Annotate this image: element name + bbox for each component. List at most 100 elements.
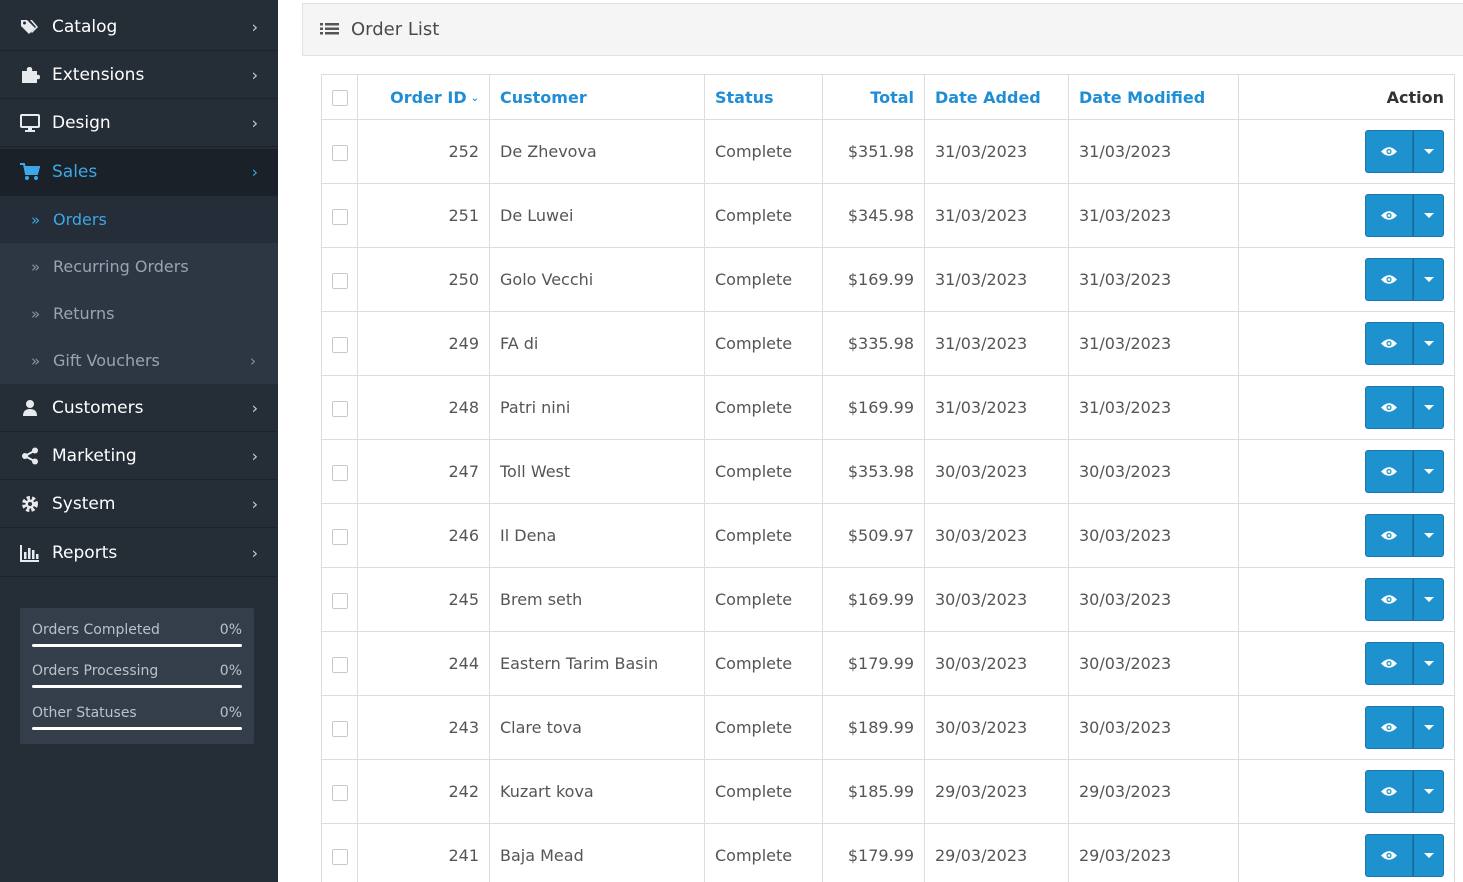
table-row: 245 Brem seth Complete $169.99 30/03/202… bbox=[321, 567, 1455, 632]
nav-design[interactable]: Design › bbox=[0, 100, 278, 147]
chevron-right-icon: › bbox=[251, 162, 258, 182]
view-button[interactable] bbox=[1365, 258, 1413, 301]
date-modified-cell: 31/03/2023 bbox=[1068, 247, 1239, 312]
submenu-recurring-orders-label: Recurring Orders bbox=[53, 257, 189, 276]
sidebar: Catalog › Extensions › Design › Sales › … bbox=[0, 0, 278, 882]
nav-sales-label: Sales bbox=[52, 162, 98, 182]
total-cell: $189.99 bbox=[822, 695, 925, 760]
action-button-group bbox=[1365, 706, 1444, 749]
col-customer[interactable]: Customer bbox=[489, 74, 705, 120]
dropdown-toggle-button[interactable] bbox=[1413, 130, 1444, 173]
submenu-orders[interactable]: » Orders bbox=[0, 196, 278, 243]
row-checkbox[interactable] bbox=[332, 144, 348, 161]
nav-marketing[interactable]: Marketing › bbox=[0, 433, 278, 480]
date-added-cell: 29/03/2023 bbox=[924, 759, 1069, 824]
select-cell bbox=[321, 695, 358, 760]
col-status[interactable]: Status bbox=[704, 74, 823, 120]
caret-down-icon bbox=[1423, 469, 1434, 474]
nav-extensions[interactable]: Extensions › bbox=[0, 52, 278, 99]
action-button-group bbox=[1365, 834, 1444, 877]
row-checkbox[interactable] bbox=[332, 400, 348, 417]
table-row: 242 Kuzart kova Complete $185.99 29/03/2… bbox=[321, 759, 1455, 824]
view-button[interactable] bbox=[1365, 450, 1413, 493]
eye-icon bbox=[1381, 403, 1397, 412]
action-cell bbox=[1238, 375, 1455, 440]
nav-sales[interactable]: Sales › bbox=[0, 149, 278, 196]
row-checkbox[interactable] bbox=[332, 464, 348, 481]
nav-system[interactable]: System › bbox=[0, 481, 278, 528]
chevron-right-icon: › bbox=[251, 398, 258, 418]
action-cell bbox=[1238, 119, 1455, 184]
view-button[interactable] bbox=[1365, 578, 1413, 621]
sales-submenu: » Orders » Recurring Orders » Returns » … bbox=[0, 196, 278, 384]
customer-cell: De Luwei bbox=[489, 183, 705, 248]
stat-orders-completed: Orders Completed 0% bbox=[32, 622, 242, 652]
status-cell: Complete bbox=[704, 247, 823, 312]
col-order-id[interactable]: Order ID ⌄ bbox=[357, 74, 490, 120]
view-button[interactable] bbox=[1365, 194, 1413, 237]
select-cell bbox=[321, 247, 358, 312]
list-icon bbox=[320, 22, 340, 38]
view-button[interactable] bbox=[1365, 642, 1413, 685]
nav-reports[interactable]: Reports › bbox=[0, 530, 278, 577]
date-modified-cell: 31/03/2023 bbox=[1068, 311, 1239, 376]
nav-customers[interactable]: Customers › bbox=[0, 385, 278, 432]
dropdown-toggle-button[interactable] bbox=[1413, 642, 1444, 685]
col-total[interactable]: Total bbox=[822, 74, 925, 120]
dropdown-toggle-button[interactable] bbox=[1413, 578, 1444, 621]
select-cell bbox=[321, 439, 358, 504]
view-button[interactable] bbox=[1365, 514, 1413, 557]
view-button[interactable] bbox=[1365, 706, 1413, 749]
date-modified-cell: 30/03/2023 bbox=[1068, 439, 1239, 504]
select-all-checkbox[interactable] bbox=[332, 90, 348, 106]
dropdown-toggle-button[interactable] bbox=[1413, 514, 1444, 557]
dropdown-toggle-button[interactable] bbox=[1413, 706, 1444, 749]
col-date-modified[interactable]: Date Modified bbox=[1068, 74, 1239, 120]
status-cell: Complete bbox=[704, 375, 823, 440]
action-button-group bbox=[1365, 322, 1444, 365]
caret-down-icon bbox=[1423, 661, 1434, 666]
date-modified-cell: 30/03/2023 bbox=[1068, 695, 1239, 760]
chevron-right-icon: › bbox=[251, 446, 258, 466]
col-date-added[interactable]: Date Added bbox=[924, 74, 1069, 120]
dropdown-toggle-button[interactable] bbox=[1413, 258, 1444, 301]
view-button[interactable] bbox=[1365, 130, 1413, 173]
nav-customers-label: Customers bbox=[52, 398, 144, 418]
view-button[interactable] bbox=[1365, 770, 1413, 813]
dropdown-toggle-button[interactable] bbox=[1413, 770, 1444, 813]
bar-chart-icon bbox=[20, 544, 40, 562]
select-cell bbox=[321, 759, 358, 824]
view-button[interactable] bbox=[1365, 322, 1413, 365]
row-checkbox[interactable] bbox=[332, 848, 348, 865]
select-all-cell bbox=[321, 74, 358, 120]
row-checkbox[interactable] bbox=[332, 208, 348, 225]
dropdown-toggle-button[interactable] bbox=[1413, 194, 1444, 237]
dropdown-toggle-button[interactable] bbox=[1413, 322, 1444, 365]
user-icon bbox=[20, 399, 40, 417]
submenu-gift-vouchers[interactable]: » Gift Vouchers › bbox=[0, 337, 278, 384]
order-id-cell: 252 bbox=[357, 119, 490, 184]
table-row: 246 Il Dena Complete $509.97 30/03/2023 … bbox=[321, 503, 1455, 568]
view-button[interactable] bbox=[1365, 834, 1413, 877]
row-checkbox[interactable] bbox=[332, 784, 348, 801]
row-checkbox[interactable] bbox=[332, 528, 348, 545]
stat-label: Orders Completed bbox=[32, 622, 160, 638]
order-id-cell: 249 bbox=[357, 311, 490, 376]
row-checkbox[interactable] bbox=[332, 656, 348, 673]
submenu-returns[interactable]: » Returns bbox=[0, 290, 278, 337]
view-button[interactable] bbox=[1365, 386, 1413, 429]
dropdown-toggle-button[interactable] bbox=[1413, 450, 1444, 493]
nav-catalog[interactable]: Catalog › bbox=[0, 4, 278, 51]
dropdown-toggle-button[interactable] bbox=[1413, 834, 1444, 877]
action-cell bbox=[1238, 503, 1455, 568]
total-cell: $169.99 bbox=[822, 375, 925, 440]
row-checkbox[interactable] bbox=[332, 720, 348, 737]
submenu-recurring-orders[interactable]: » Recurring Orders bbox=[0, 243, 278, 290]
row-checkbox[interactable] bbox=[332, 336, 348, 353]
caret-down-icon bbox=[1423, 213, 1434, 218]
row-checkbox[interactable] bbox=[332, 272, 348, 289]
action-button-group bbox=[1365, 194, 1444, 237]
row-checkbox[interactable] bbox=[332, 592, 348, 609]
total-cell: $185.99 bbox=[822, 759, 925, 824]
dropdown-toggle-button[interactable] bbox=[1413, 386, 1444, 429]
